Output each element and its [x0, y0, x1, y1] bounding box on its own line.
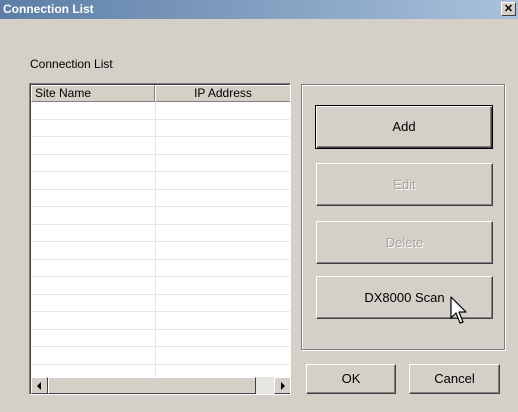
table-row[interactable]	[31, 207, 290, 225]
table-row[interactable]	[31, 347, 290, 365]
connection-list-view[interactable]: Site Name IP Address	[29, 83, 291, 395]
mouse-pointer-icon	[450, 296, 467, 324]
edit-button[interactable]: Edit	[316, 163, 493, 206]
table-row[interactable]	[31, 172, 290, 190]
close-button[interactable]: ✕	[501, 2, 516, 16]
add-button-label: Add	[392, 119, 416, 134]
title-bar[interactable]: Connection List ✕	[0, 0, 518, 19]
delete-button[interactable]: Delete	[316, 221, 493, 264]
table-row[interactable]	[31, 102, 290, 120]
table-row[interactable]	[31, 294, 290, 312]
table-row[interactable]	[31, 189, 290, 207]
close-icon: ✕	[503, 3, 514, 15]
column-header-ip-address[interactable]: IP Address	[155, 85, 290, 102]
table-row[interactable]	[31, 224, 290, 242]
cancel-button-label: Cancel	[434, 371, 475, 386]
table-row[interactable]	[31, 259, 290, 277]
scroll-right-button[interactable]	[274, 377, 290, 394]
column-header-site-name[interactable]: Site Name	[31, 85, 155, 102]
list-header: Site Name IP Address	[31, 85, 290, 102]
cancel-button[interactable]: Cancel	[409, 364, 500, 394]
table-row[interactable]	[31, 119, 290, 137]
chevron-right-icon	[281, 382, 285, 390]
delete-button-label: Delete	[385, 235, 424, 250]
list-rows	[31, 102, 290, 382]
edit-button-label: Edit	[393, 177, 416, 192]
connection-list-dialog: Connection List ✕ Connection List Site N…	[0, 0, 518, 412]
ok-button-label: OK	[341, 371, 361, 386]
connection-list-label: Connection List	[30, 57, 113, 71]
table-row[interactable]	[31, 277, 290, 295]
table-row[interactable]	[31, 329, 290, 347]
scroll-left-button[interactable]	[31, 377, 48, 394]
add-button[interactable]: Add	[315, 105, 493, 149]
horizontal-scrollbar[interactable]	[31, 377, 290, 394]
window-title: Connection List	[3, 2, 94, 16]
table-row[interactable]	[31, 242, 290, 260]
ok-button[interactable]: OK	[306, 364, 396, 394]
scrollbar-thumb[interactable]	[48, 377, 256, 394]
chevron-left-icon	[37, 382, 41, 390]
table-row[interactable]	[31, 312, 290, 330]
table-row[interactable]	[31, 154, 290, 172]
table-row[interactable]	[31, 137, 290, 155]
